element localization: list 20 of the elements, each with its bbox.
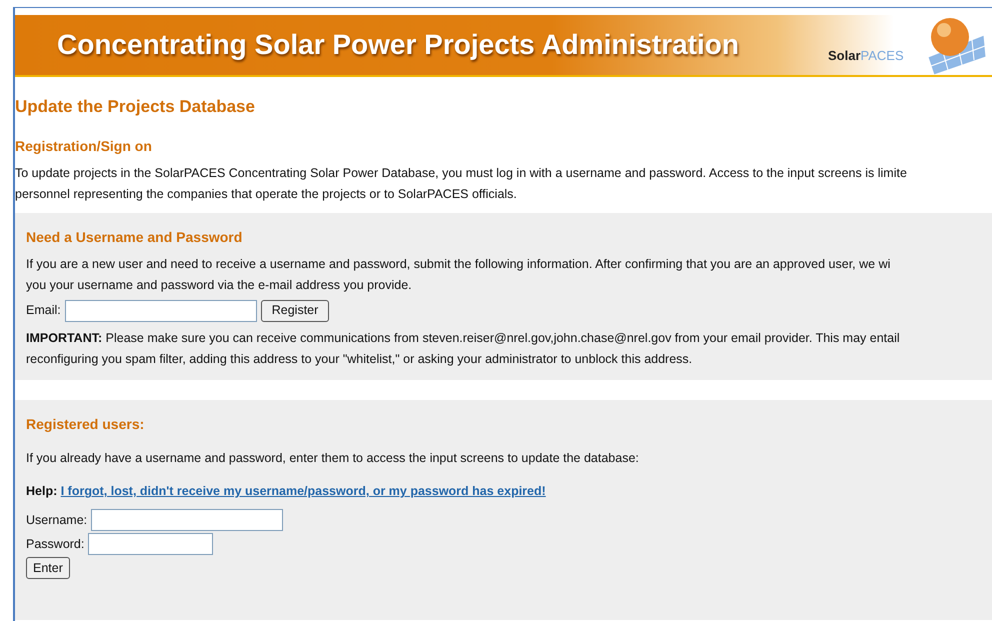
help-label: Help: — [26, 484, 58, 498]
site-title: Concentrating Solar Power Projects Administration — [57, 28, 739, 62]
logo-text: SolarPACES — [828, 46, 904, 64]
username-label: Username: — [26, 512, 88, 529]
instructions-text: If you already have a username and password, enter them to access the input screens to update the database: — [26, 450, 640, 467]
email-label: Email: — [26, 302, 61, 320]
page-title: Update the Projects Database — [15, 96, 256, 118]
password-label: Password: — [26, 536, 84, 553]
enter-button[interactable]: Enter — [26, 557, 70, 579]
password-field[interactable] — [88, 533, 214, 555]
important-notice: IMPORTANT: Please make sure you can receive communications from steven.reiser@nrel.gov,john.chase@nrel.gov from your email provider. This may entail reconfiguring you spam filter, adding this address to your "whitelist," or asking your administrator to unblock this address. — [26, 330, 901, 368]
section-title: Registration/Sign on — [15, 136, 153, 156]
intro-text: To update projects in the SolarPACES Concentrating Solar Power Database, you must log in with a username and password. Access to the input screens is limite personnel representing the companies that operate the projects or to SolarPACES officials. — [15, 164, 908, 203]
register-button[interactable]: Register — [260, 300, 330, 322]
panel-title: Need a Username and Password — [26, 228, 244, 246]
instructions-text: If you are a new user and need to receive a username and password, submit the following information. After confirming that you are an approved user, we wi you your username and password via the e-mail address you provide. — [26, 256, 892, 294]
help-link[interactable]: I forgot, lost, didn't receive my username/password, or my password has expired! — [60, 484, 546, 498]
username-field[interactable] — [91, 509, 284, 531]
panel-title: Registered users: — [26, 414, 146, 434]
email-field[interactable] — [64, 300, 257, 322]
